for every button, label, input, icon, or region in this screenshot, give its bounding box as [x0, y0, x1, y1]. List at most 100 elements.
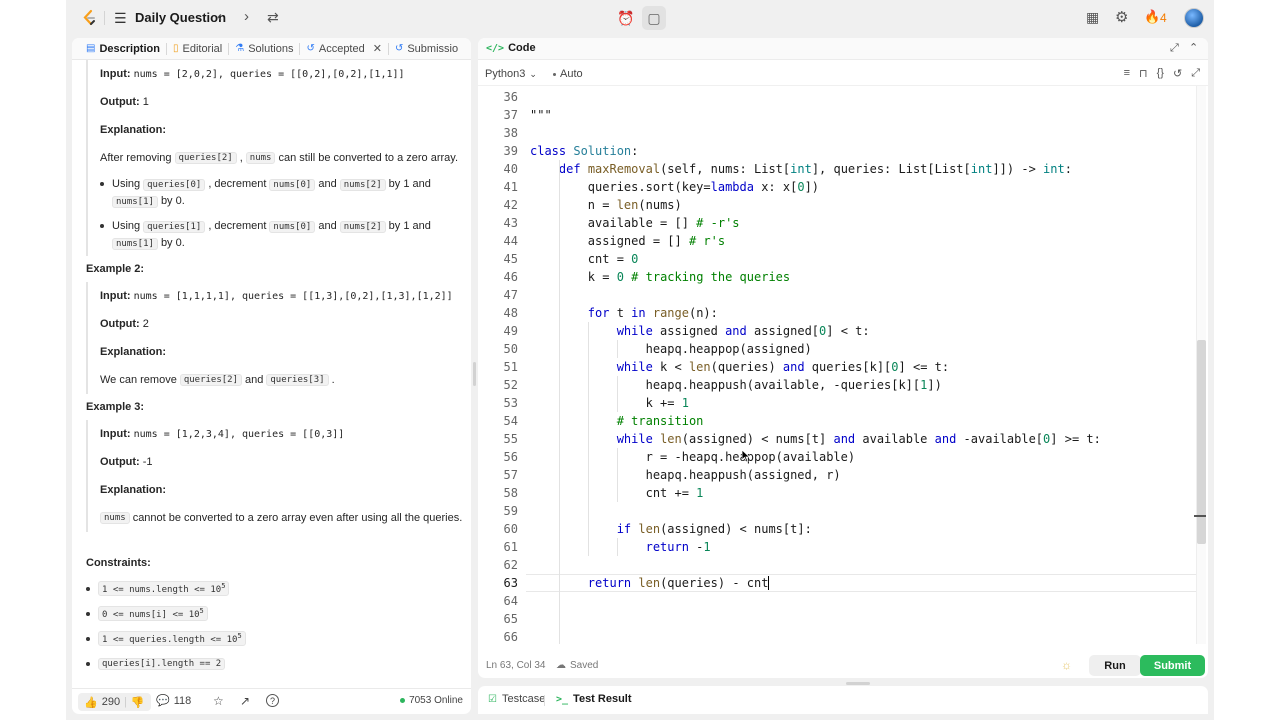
cloud-icon: ☁	[556, 660, 566, 671]
example-2-block: Input: nums = [1,1,1,1], queries = [[1,3…	[86, 282, 457, 394]
code-line[interactable]: 52 heapq.heappush(available, -queries[k]…	[478, 376, 1198, 394]
problem-list-title[interactable]: Daily Question	[135, 10, 226, 25]
shuffle-icon[interactable]: ⇄	[267, 9, 279, 26]
language-select[interactable]: Python3 ⌄	[485, 68, 537, 80]
notes-icon[interactable]: ▢	[642, 6, 666, 30]
format-icon[interactable]: ≡	[1124, 67, 1130, 80]
example-1-block: Input: nums = [2,0,2], queries = [[0,2],…	[86, 60, 458, 256]
code-line[interactable]: 47	[478, 286, 1198, 304]
collapse-icon[interactable]: ⌃	[1189, 41, 1198, 54]
timer-icon[interactable]: ⏰	[614, 6, 638, 30]
bullet-text: Using queries[0], decrement nums[0] and nums…	[112, 176, 431, 210]
code-line[interactable]: 38	[478, 124, 1198, 142]
fullscreen-icon[interactable]: ⤢	[1191, 67, 1200, 80]
help-icon[interactable]: ?	[266, 694, 279, 707]
code-line[interactable]: 55 while len(assigned) < nums[t] and ava…	[478, 430, 1198, 448]
code-line[interactable]: 63 return len(queries) - cnt	[478, 574, 1206, 592]
user-avatar[interactable]	[1184, 8, 1204, 28]
code-line[interactable]: 56 r = -heapq.heappop(available)	[478, 448, 1198, 466]
tab-description[interactable]: ▤ Description	[80, 38, 166, 60]
tab-accepted[interactable]: ↺ Accepted ✕	[300, 38, 387, 60]
code-line[interactable]: 44 assigned = [] # r's	[478, 232, 1198, 250]
streak-fire-icon[interactable]: 🔥	[1144, 9, 1160, 25]
editor-scrollbar-thumb[interactable]	[1197, 340, 1206, 544]
code-line[interactable]: 46 k = 0 # tracking the queries	[478, 268, 1198, 286]
like-count[interactable]: 290	[102, 696, 120, 708]
tab-testcase[interactable]: ☑ Testcase	[488, 693, 545, 705]
horizontal-resize-handle[interactable]	[846, 682, 870, 685]
inline-code: queries[0]	[143, 179, 206, 191]
code-editor[interactable]: 36 37 """ 38 39 class Solution: 40 def maxRemo…	[478, 86, 1208, 644]
thumbs-up-icon[interactable]: 👍	[84, 696, 98, 709]
code-line[interactable]: 61 return -1	[478, 538, 1198, 556]
streak-count[interactable]: 4	[1160, 11, 1167, 25]
code-line[interactable]: 43 available = [] # -r's	[478, 214, 1198, 232]
code-text: n = len(nums)	[530, 198, 682, 212]
code-line[interactable]: 36	[478, 88, 1198, 106]
share-icon[interactable]: ↗	[240, 694, 250, 708]
code-line[interactable]: 58 cnt += 1	[478, 484, 1198, 502]
bookmark-icon[interactable]: ⊓	[1139, 67, 1148, 80]
vertical-resize-handle[interactable]	[473, 362, 476, 386]
code-line[interactable]: 40 def maxRemoval(self, nums: List[int],…	[478, 160, 1198, 178]
code-line[interactable]: 50 heapq.heappop(assigned)	[478, 340, 1198, 358]
code-line[interactable]: 62	[478, 556, 1198, 574]
close-tab-icon[interactable]: ✕	[373, 42, 382, 55]
code-line[interactable]: 41 queries.sort(key=lambda x: x[0])	[478, 178, 1198, 196]
thumbs-down-icon[interactable]: 👎	[131, 696, 145, 709]
code-line[interactable]: 64	[478, 592, 1198, 610]
braces-icon[interactable]: {}	[1157, 67, 1164, 80]
reset-icon[interactable]: ↺	[1173, 67, 1182, 80]
star-icon[interactable]: ☆	[213, 694, 224, 708]
line-number: 53	[503, 396, 518, 410]
maximize-icon[interactable]: ⤢	[1170, 42, 1179, 55]
example-2-input: Input: nums = [1,1,1,1], queries = [[1,3…	[100, 282, 457, 310]
text: queries[i].length == 2	[102, 658, 222, 669]
tab-submissions[interactable]: ↺ Submissio	[389, 38, 464, 60]
previous-problem-icon[interactable]: ‹	[217, 8, 222, 25]
cursor-position: Ln 63, Col 34	[486, 660, 546, 671]
input-value: nums = [1,1,1,1], queries = [[1,3],[0,2]…	[133, 290, 453, 302]
code-line[interactable]: 45 cnt = 0	[478, 250, 1198, 268]
code-line[interactable]: 65	[478, 610, 1198, 628]
example-2-output: Output: 2	[100, 310, 457, 338]
online-count: 7053 Online	[400, 695, 463, 706]
code-line[interactable]: 57 heapq.heappush(assigned, r)	[478, 466, 1198, 484]
problem-list-icon[interactable]: ☰	[114, 10, 127, 27]
line-number: 66	[503, 630, 518, 644]
code-line[interactable]: 60 if len(assigned) < nums[t]:	[478, 520, 1198, 538]
lightbulb-icon[interactable]: ☼	[1061, 658, 1072, 672]
online-text: 7053 Online	[409, 695, 463, 706]
run-button[interactable]: Run	[1089, 655, 1141, 676]
line-number: 59	[503, 504, 518, 518]
code-line[interactable]: 54 # transition	[478, 412, 1198, 430]
tab-editorial[interactable]: ▯ Editorial	[167, 38, 228, 60]
code-line[interactable]: 49 while assigned and assigned[0] < t:	[478, 322, 1198, 340]
output-label: Output:	[100, 96, 140, 108]
settings-gear-icon[interactable]: ⚙	[1115, 8, 1128, 26]
auto-mode[interactable]: Auto	[553, 68, 583, 80]
example-3-explanation: nums cannot be converted to a zero array…	[100, 504, 462, 532]
code-tab[interactable]: </> Code	[486, 42, 536, 54]
tab-solutions[interactable]: ⚗ Solutions	[229, 38, 299, 60]
text: Using	[112, 178, 141, 190]
code-line[interactable]: 42 n = len(nums)	[478, 196, 1198, 214]
comments-button[interactable]: 💬 118	[156, 694, 191, 708]
tab-test-result[interactable]: >_ Test Result	[556, 693, 632, 705]
code-title: Code	[508, 42, 536, 54]
submit-button[interactable]: Submit	[1140, 655, 1205, 676]
code-line[interactable]: 37 """	[478, 106, 1198, 124]
next-problem-icon[interactable]: ›	[244, 8, 249, 25]
code-line[interactable]: 53 k += 1	[478, 394, 1198, 412]
leetcode-logo-icon[interactable]	[80, 9, 98, 27]
code-line[interactable]: 59	[478, 502, 1198, 520]
code-line[interactable]: 48 for t in range(n):	[478, 304, 1198, 322]
code-line[interactable]: 51 while k < len(queries) and queries[k]…	[478, 358, 1198, 376]
line-number: 52	[503, 378, 518, 392]
code-line[interactable]: 66	[478, 628, 1198, 644]
code-line[interactable]: 39 class Solution:	[478, 142, 1198, 160]
layout-icon[interactable]: ▦	[1086, 9, 1099, 26]
indent-guide	[616, 448, 618, 502]
list-item: Using queries[0], decrement nums[0] and nums…	[100, 172, 457, 214]
line-number: 49	[503, 324, 518, 338]
